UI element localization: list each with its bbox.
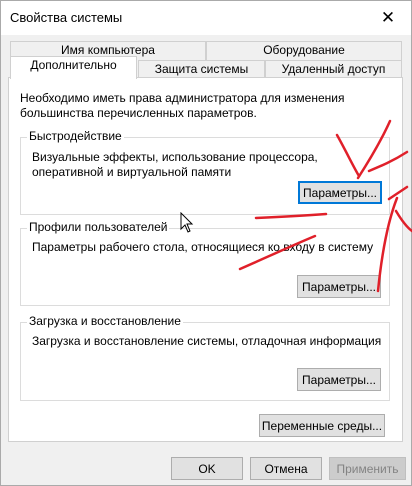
tab-remote-access[interactable]: Удаленный доступ [265, 60, 402, 78]
mouse-cursor-icon [180, 212, 194, 233]
tab-label: Имя компьютера [61, 43, 155, 57]
title-bar[interactable]: Свойства системы ✕ [1, 1, 411, 35]
user-profiles-group: Профили пользователей Параметры рабочего… [20, 220, 390, 306]
performance-settings-button[interactable]: Параметры... [298, 181, 382, 204]
tab-system-protection[interactable]: Защита системы [138, 60, 265, 78]
tab-advanced[interactable]: Дополнительно [10, 56, 137, 79]
tab-label: Защита системы [154, 62, 249, 76]
cancel-button[interactable]: Отмена [250, 457, 322, 480]
startup-recovery-group: Загрузка и восстановление Загрузка и вос… [20, 314, 390, 401]
startup-recovery-title: Загрузка и восстановление [27, 314, 183, 329]
window-title: Свойства системы [10, 10, 123, 25]
admin-rights-note: Необходимо иметь права администратора дл… [20, 91, 345, 120]
tab-label: Удаленный доступ [281, 62, 386, 76]
close-button[interactable]: ✕ [365, 1, 411, 34]
ok-button[interactable]: OK [171, 457, 243, 480]
user-profiles-title: Профили пользователей [27, 220, 170, 235]
advanced-tab-panel: Необходимо иметь права администратора дл… [8, 77, 403, 442]
system-properties-window: Свойства системы ✕ Имя компьютера Оборуд… [0, 0, 412, 486]
apply-button[interactable]: Применить [329, 457, 406, 480]
user-profiles-description: Параметры рабочего стола, относящиеся ко… [32, 240, 374, 254]
performance-title: Быстродействие [27, 129, 124, 144]
performance-description: Визуальные эффекты, использование процес… [32, 150, 318, 179]
tab-label: Дополнительно [30, 58, 117, 72]
performance-group: Быстродействие Визуальные эффекты, испол… [20, 129, 390, 215]
startup-recovery-settings-button[interactable]: Параметры... [297, 368, 381, 391]
user-profiles-settings-button[interactable]: Параметры... [297, 275, 381, 298]
startup-recovery-description: Загрузка и восстановление системы, отлад… [32, 334, 382, 348]
tab-hardware[interactable]: Оборудование [206, 41, 402, 60]
tab-label: Оборудование [263, 43, 345, 57]
environment-variables-button[interactable]: Переменные среды... [259, 414, 385, 437]
